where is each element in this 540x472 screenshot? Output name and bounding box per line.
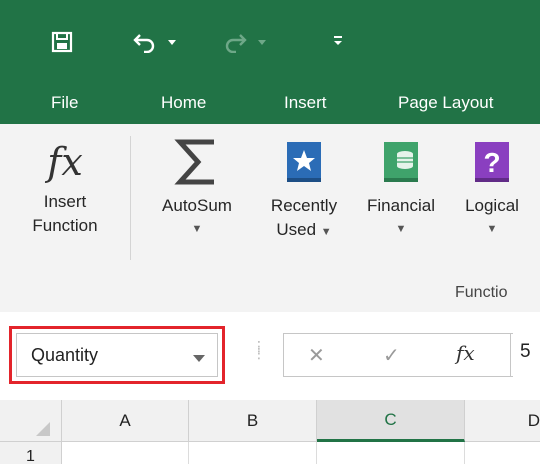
- financial-label: Financial: [366, 196, 436, 215]
- name-box-dropdown-icon[interactable]: [193, 347, 205, 368]
- coins-book-icon: [356, 138, 446, 194]
- customize-toolbar-button[interactable]: [330, 30, 346, 52]
- autosum-dropdown-icon: ▼: [191, 223, 203, 235]
- question-book-icon: ?: [452, 138, 532, 194]
- cell-b1[interactable]: [189, 442, 317, 464]
- group-separator: [130, 136, 131, 260]
- tab-file[interactable]: File: [51, 90, 78, 116]
- save-button[interactable]: [48, 28, 76, 56]
- name-box[interactable]: Quantity: [16, 333, 218, 377]
- tab-insert[interactable]: Insert: [284, 90, 327, 116]
- customize-toolbar-icon: [334, 36, 342, 45]
- star-book-icon: [252, 138, 356, 194]
- redo-dropdown-button[interactable]: [254, 36, 270, 50]
- insert-function-button[interactable]: fx Insert Function: [10, 138, 120, 238]
- logical-label: Logical: [465, 196, 519, 215]
- formula-input[interactable]: 5: [520, 341, 531, 363]
- cell-a1[interactable]: [62, 442, 189, 464]
- insert-function-fx-icon[interactable]: fx: [456, 341, 475, 365]
- undo-dropdown-icon: [168, 40, 176, 45]
- logical-dropdown-icon: ▼: [486, 223, 498, 235]
- redo-icon: [225, 34, 247, 53]
- insert-function-label-1: Insert: [43, 192, 87, 211]
- recently-used-button[interactable]: Recently Used ▼: [252, 138, 356, 244]
- function-library-group-label: Functio: [455, 284, 508, 301]
- tab-page-layout[interactable]: Page Layout: [398, 90, 493, 116]
- row-header-1[interactable]: 1: [0, 442, 62, 465]
- financial-dropdown-icon: ▼: [395, 223, 407, 235]
- undo-button[interactable]: [128, 28, 162, 56]
- redo-dropdown-icon: [258, 40, 266, 45]
- autosum-button[interactable]: AutoSum ▼: [142, 138, 252, 236]
- insert-function-label-2: Function: [32, 216, 98, 235]
- undo-dropdown-button[interactable]: [164, 36, 180, 50]
- undo-icon: [133, 34, 155, 53]
- logical-button[interactable]: ? Logical ▼: [452, 138, 532, 236]
- cell-d1[interactable]: [465, 442, 540, 464]
- enter-icon[interactable]: ✓: [383, 343, 400, 368]
- sigma-icon: [142, 138, 252, 194]
- autosum-label: AutoSum: [162, 196, 232, 215]
- column-header-b[interactable]: B: [189, 400, 317, 442]
- cancel-icon[interactable]: ✕: [308, 343, 325, 368]
- fx-icon: fx: [47, 140, 83, 184]
- tab-home[interactable]: Home: [161, 90, 206, 116]
- column-header-c[interactable]: C: [317, 400, 465, 442]
- svg-text:?: ?: [483, 147, 500, 178]
- save-icon: [51, 31, 73, 53]
- select-all-corner[interactable]: [0, 400, 62, 442]
- select-all-icon: [36, 422, 50, 436]
- cell-c1[interactable]: [317, 442, 465, 464]
- recently-used-label-2: Used ▼: [276, 220, 332, 239]
- name-box-value: Quantity: [31, 344, 99, 365]
- redo-button[interactable]: [218, 28, 252, 56]
- resize-handle-icon[interactable]: ⋮ ⋮: [252, 339, 266, 360]
- column-header-a[interactable]: A: [62, 400, 189, 442]
- formula-separator: [510, 333, 511, 377]
- recently-used-label-1: Recently: [270, 196, 338, 215]
- financial-button[interactable]: Financial ▼: [356, 138, 446, 236]
- column-header-d[interactable]: D: [465, 400, 540, 442]
